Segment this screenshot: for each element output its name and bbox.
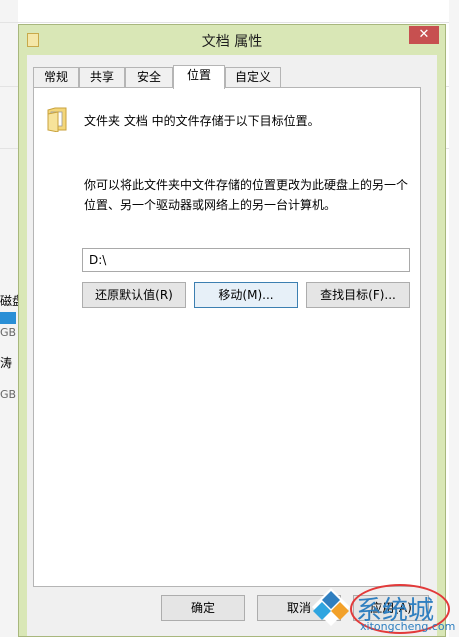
background-divider [0,22,459,23]
tab-security[interactable]: 安全 [125,67,173,87]
move-button[interactable]: 移动(M)... [194,282,298,308]
find-target-button[interactable]: 查找目标(F)... [306,282,410,308]
background-label: 涛 [0,356,13,370]
background-window-edge [449,0,459,637]
background-disk-bar [0,312,16,324]
restore-default-button[interactable]: 还原默认值(R) [82,282,186,308]
watermark-url: xitongcheng.com [360,620,456,633]
location-panel: 文件夹 文档 中的文件存储于以下目标位置。 你可以将此文件夹中文件存储的位置更改… [33,87,421,587]
close-button[interactable]: ✕ [409,26,439,44]
dialog-title: 文档 属性 [201,34,263,50]
properties-dialog: 文档 属性 ✕ 常规 共享 安全 位置 自定义 文件夹 文档 中的文件存储于以下… [18,24,446,637]
dialog-body: 常规 共享 安全 位置 自定义 文件夹 文档 中的文件存储于以下目标位置。 你可… [27,55,437,636]
ok-button[interactable]: 确定 [161,595,245,621]
documents-folder-icon [47,107,67,132]
watermark-logo-icon [312,588,350,626]
move-description: 你可以将此文件夹中文件存储的位置更改为此硬盘上的另一个位置、另一个驱动器或网络上… [84,178,409,212]
tab-location[interactable]: 位置 [173,65,225,89]
tab-sharing[interactable]: 共享 [79,67,125,87]
tab-customize[interactable]: 自定义 [225,67,281,87]
tab-general[interactable]: 常规 [33,67,79,87]
background-label: GB [0,326,17,339]
location-description: 文件夹 文档 中的文件存储于以下目标位置。 [84,114,320,128]
location-path-input[interactable] [82,248,410,272]
background-label: GB [0,388,17,401]
title-bar[interactable]: 文档 属性 ✕ [19,25,445,55]
